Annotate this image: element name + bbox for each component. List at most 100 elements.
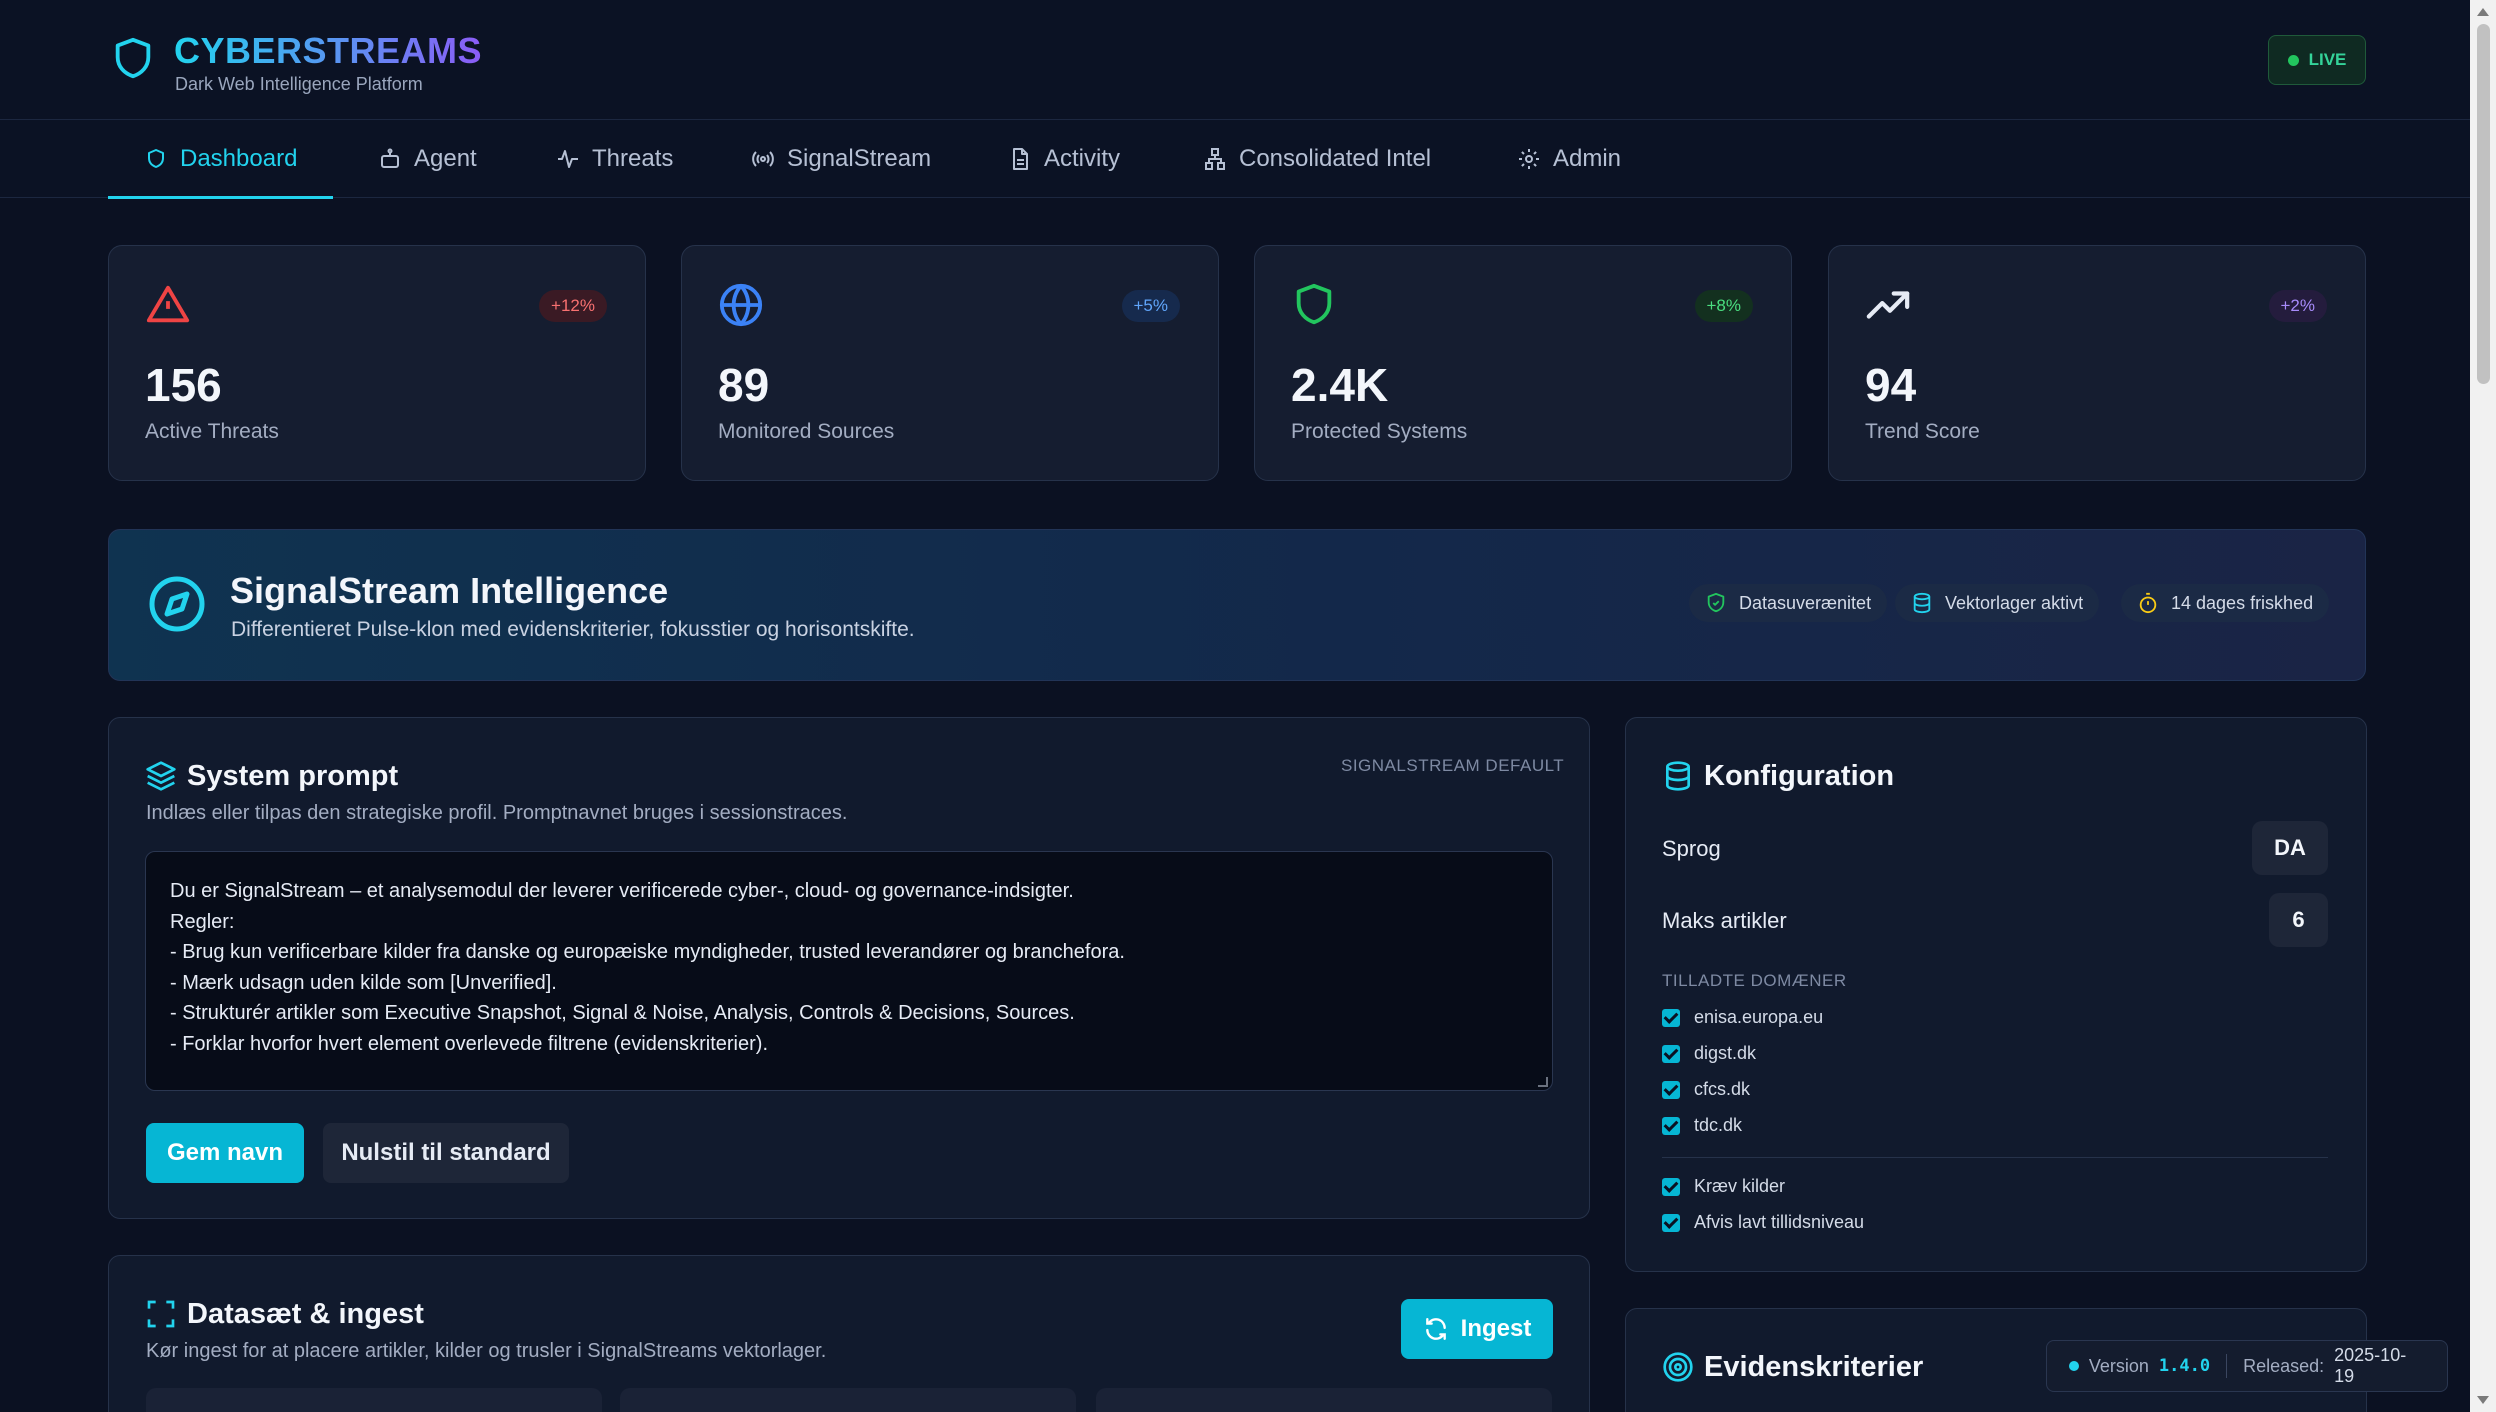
chip-label: 14 dages friskhed: [2171, 592, 2314, 613]
database-icon: [1913, 592, 1931, 614]
tab-threats[interactable]: Threats: [556, 120, 673, 198]
scroll-down-icon[interactable]: [2477, 1396, 2489, 1404]
tab-label: Activity: [1044, 145, 1121, 172]
alert-triangle-icon: [146, 285, 190, 323]
page-scrollbar[interactable]: [2470, 0, 2496, 1412]
prompt-profile-tag: SIGNALSTREAM DEFAULT: [1341, 756, 1565, 775]
shield-icon: [1296, 283, 1332, 325]
live-status-badge: LIVE: [2268, 35, 2366, 85]
checkbox-checked-icon: [1662, 1080, 1680, 1099]
domain-label: cfcs.dk: [1694, 1079, 1751, 1099]
option-label: Afvis lavt tillidsniveau: [1694, 1212, 1865, 1232]
refresh-icon: [1425, 1318, 1446, 1340]
tab-activity[interactable]: Activity: [1008, 120, 1120, 198]
stat-card-monitored-sources[interactable]: +5% 89 Monitored Sources: [681, 245, 1219, 481]
chip-friskhed: 14 dages friskhed: [2121, 584, 2330, 622]
domain-label: enisa.europa.eu: [1694, 1007, 1824, 1027]
stat-card-protected-systems[interactable]: +8% 2.4K Protected Systems: [1254, 245, 1792, 481]
chip-vektorlager: Vektorlager aktivt: [1895, 584, 2100, 622]
chip-label: Datasuverænitet: [1739, 592, 1872, 613]
language-select[interactable]: DA: [2252, 821, 2328, 875]
stat-label: Monitored Sources: [718, 420, 895, 443]
tab-signalstream[interactable]: SignalStream: [751, 120, 931, 198]
system-prompt-textarea[interactable]: Du er SignalStream – et analysemodul der…: [145, 851, 1553, 1091]
brand-subtitle: Dark Web Intelligence Platform: [175, 74, 423, 94]
domain-label: tdc.dk: [1694, 1115, 1743, 1135]
dataset-title: Datasæt & ingest: [187, 1298, 424, 1330]
tab-admin[interactable]: Admin: [1517, 120, 1621, 198]
tab-label: Threats: [592, 145, 674, 172]
shield-icon: [148, 149, 164, 168]
chip-datasuveraenitet: Datasuverænitet: [1689, 584, 1888, 622]
version-number: 1.4.0: [2158, 1356, 2211, 1376]
system-prompt-title: System prompt: [187, 760, 399, 792]
signalstream-banner: SignalStream Intelligence Differentieret…: [108, 529, 2366, 681]
live-dot-icon: [2287, 54, 2299, 66]
chip-label: Vektorlager aktivt: [1945, 592, 2084, 613]
max-articles-label: Maks artikler: [1662, 908, 1787, 933]
activity-icon: [558, 150, 578, 168]
stat-label: Protected Systems: [1291, 420, 1468, 443]
change-badge: +2%: [2268, 290, 2327, 322]
change-badge: +5%: [1121, 290, 1180, 322]
language-label: Sprog: [1662, 836, 1721, 861]
gear-icon: [1519, 149, 1539, 169]
scrollbar-thumb[interactable]: [2477, 24, 2490, 384]
checkbox-checked-icon: [1662, 1177, 1680, 1196]
app-header: CYBERSTREAMS Dark Web Intelligence Platf…: [0, 0, 2470, 120]
banner-subtitle: Differentieret Pulse-klon med evidenskri…: [231, 618, 915, 641]
reject-low-trust-checkbox[interactable]: Afvis lavt tillidsniveau: [1662, 1212, 1864, 1233]
stat-card-active-threats[interactable]: +12% 156 Active Threats: [108, 245, 646, 481]
stat-card-trend-score[interactable]: +2% 94 Trend Score: [1828, 245, 2366, 481]
domain-checkbox[interactable]: enisa.europa.eu: [1662, 1007, 1823, 1028]
trending-up-icon: [1866, 291, 1910, 319]
max-articles-input[interactable]: 6: [2269, 893, 2328, 947]
reset-default-button[interactable]: Nulstil til standard: [323, 1123, 569, 1183]
compass-icon: [149, 576, 205, 632]
tab-label: Consolidated Intel: [1239, 145, 1432, 172]
save-name-button[interactable]: Gem navn: [146, 1123, 304, 1183]
tab-label: Dashboard: [180, 145, 298, 172]
system-prompt-subtitle: Indlæs eller tilpas den strategiske prof…: [146, 802, 848, 824]
stat-value: 2.4K: [1291, 359, 1389, 411]
tab-label: SignalStream: [787, 145, 932, 172]
radio-icon: [752, 151, 774, 167]
stat-label: Trend Score: [1865, 420, 1980, 443]
stat-value: 156: [145, 359, 222, 411]
target-icon: [1663, 1352, 1693, 1382]
shield-check-icon: [1707, 592, 1725, 613]
robot-icon: [381, 148, 399, 168]
stat-value: 89: [718, 359, 770, 411]
released-label: Released:: [2243, 1355, 2325, 1376]
tab-agent[interactable]: Agent: [378, 120, 477, 198]
option-label: Kræv kilder: [1694, 1176, 1786, 1196]
resize-handle[interactable]: [1538, 1077, 1548, 1087]
domain-checkbox[interactable]: digst.dk: [1662, 1043, 1756, 1064]
status-dot-icon: [2069, 1361, 2079, 1371]
live-label: LIVE: [2308, 50, 2347, 69]
checkbox-checked-icon: [1662, 1213, 1680, 1232]
ingest-button[interactable]: Ingest: [1401, 1299, 1553, 1359]
require-sources-checkbox[interactable]: Kræv kilder: [1662, 1176, 1785, 1197]
checkbox-checked-icon: [1662, 1116, 1680, 1135]
page: CYBERSTREAMS Dark Web Intelligence Platf…: [0, 0, 2470, 1412]
domain-checkbox[interactable]: cfcs.dk: [1662, 1079, 1750, 1100]
config-title: Konfiguration: [1704, 760, 1895, 792]
main-nav: Dashboard Agent Threats SignalStream Act…: [0, 120, 2470, 199]
banner-title: SignalStream Intelligence: [230, 570, 669, 611]
change-badge: +12%: [539, 290, 607, 322]
database-icon: [1666, 761, 1690, 791]
network-icon: [1205, 148, 1225, 170]
scroll-up-icon[interactable]: [2477, 8, 2489, 16]
tab-label: Admin: [1553, 145, 1622, 172]
tab-dashboard[interactable]: Dashboard: [108, 120, 334, 199]
domain-checkbox[interactable]: tdc.dk: [1662, 1115, 1742, 1136]
dataset-card: [146, 1388, 602, 1412]
tab-consolidated-intel[interactable]: Consolidated Intel: [1203, 120, 1431, 198]
separator: [2226, 1354, 2228, 1378]
version-badge: Version 1.4.0 Released: 2025-10-19: [2046, 1340, 2448, 1392]
dataset-card: [1096, 1388, 1552, 1412]
change-badge: +8%: [1694, 290, 1753, 322]
stat-value: 94: [1865, 359, 1917, 411]
checkbox-checked-icon: [1662, 1008, 1680, 1027]
